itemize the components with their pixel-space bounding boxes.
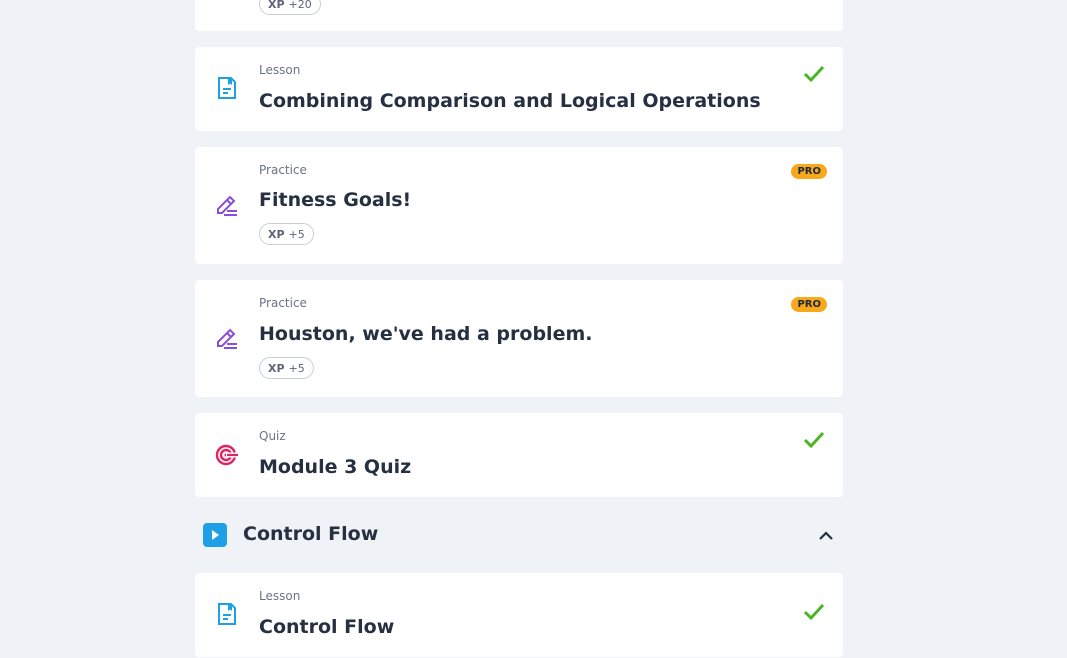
play-triangle [212,530,219,540]
item-type: Practice [259,163,307,177]
list-item[interactable]: Practice Houston, we've had a problem. P… [195,280,843,397]
list-item[interactable]: Lesson Control Flow [195,573,843,657]
item-type: Practice [259,296,307,310]
xp-badge: XP +20 [259,0,321,15]
play-icon [203,523,227,547]
xp-value: +5 [288,362,305,375]
pro-badge: PRO [791,164,827,179]
pro-badge: PRO [791,297,827,312]
item-type: Lesson [259,589,301,603]
check-icon [803,431,825,449]
section-title: Control Flow [243,523,379,545]
xp-value: +20 [288,0,312,11]
xp-badge: XP +5 [259,357,314,379]
list-item[interactable]: Practice Fitness Goals! PRO XP +5 [195,147,843,264]
check-icon [803,603,825,621]
xp-value: +5 [288,228,305,241]
item-title[interactable]: Combining Comparison and Logical Operati… [259,90,761,112]
pencil-icon [217,328,237,349]
item-title[interactable]: Houston, we've had a problem. [259,323,592,345]
document-icon [218,77,236,99]
item-type: Lesson [259,63,301,77]
check-icon [803,65,825,83]
pencil-icon [217,195,237,216]
item-title[interactable]: Fitness Goals! [259,189,411,211]
xp-label: XP [268,362,285,375]
item-title[interactable]: Module 3 Quiz [259,456,411,478]
document-icon [218,603,236,625]
chevron-up-icon[interactable] [817,527,835,545]
xp-badge: XP +5 [259,223,314,245]
list-item[interactable]: Quiz Module 3 Quiz [195,413,843,497]
item-title[interactable]: Control Flow [259,616,394,638]
section-header[interactable]: Control Flow [195,512,843,558]
xp-label: XP [268,0,285,11]
xp-label: XP [268,228,285,241]
target-icon [215,444,238,466]
item-type: Quiz [259,429,286,443]
list-item[interactable]: XP +20 [195,0,843,31]
list-item[interactable]: Lesson Combining Comparison and Logical … [195,47,843,131]
